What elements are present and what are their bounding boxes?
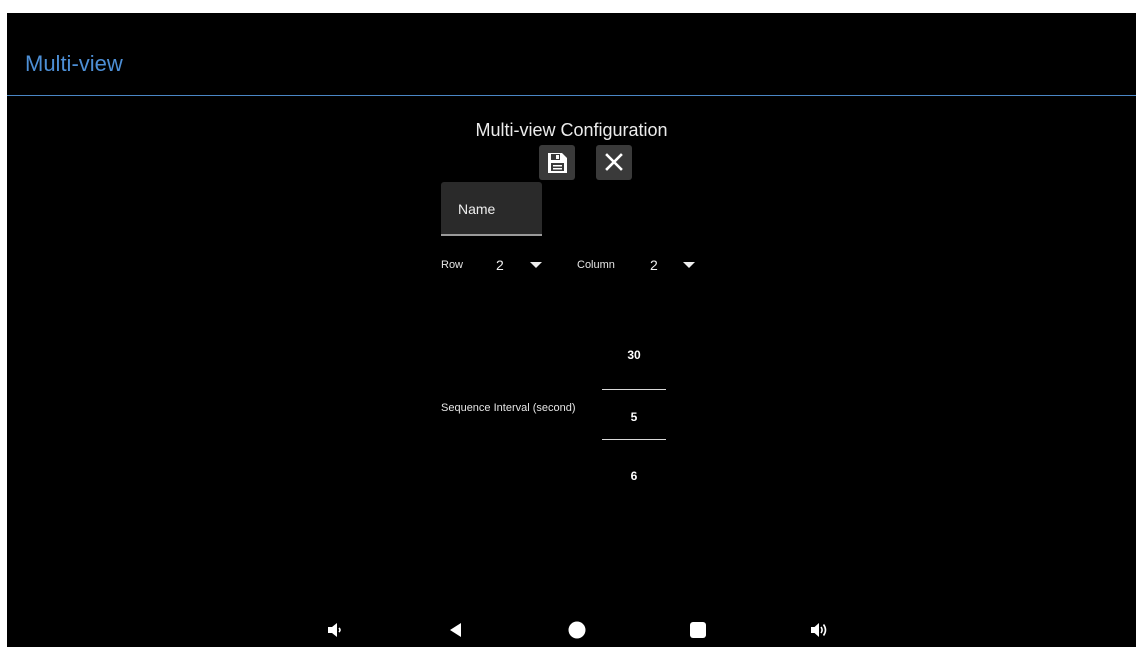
volume-up-button[interactable] xyxy=(808,619,830,641)
screen: Multi-view Multi-view Configuration Name… xyxy=(7,13,1136,647)
volume-down-icon xyxy=(324,619,346,641)
chevron-down-icon xyxy=(683,262,695,268)
back-icon xyxy=(445,619,467,641)
save-icon xyxy=(539,145,575,180)
volume-down-button[interactable] xyxy=(324,619,346,641)
column-select[interactable]: 2 xyxy=(646,253,706,277)
back-button[interactable] xyxy=(445,619,467,641)
column-label: Column xyxy=(577,259,615,271)
name-field-label: Name xyxy=(458,201,496,217)
recents-icon xyxy=(687,619,709,641)
name-field[interactable]: Name xyxy=(441,182,542,236)
sequence-interval-label: Sequence Interval (second) xyxy=(441,402,576,414)
save-button[interactable] xyxy=(539,145,575,180)
recents-button[interactable] xyxy=(687,619,709,641)
row-value: 2 xyxy=(496,257,504,273)
app-bar: Multi-view xyxy=(7,13,1136,96)
config-title: Multi-view Configuration xyxy=(475,120,668,140)
picker-divider-top xyxy=(602,389,666,390)
column-value: 2 xyxy=(650,257,658,273)
cancel-button[interactable] xyxy=(596,145,632,180)
row-select[interactable]: 2 xyxy=(492,253,552,277)
picker-next-value[interactable]: 6 xyxy=(602,469,666,483)
close-icon xyxy=(596,145,632,180)
picker-divider-bottom xyxy=(602,439,666,440)
picker-prev-value[interactable]: 30 xyxy=(602,348,666,362)
row-label: Row xyxy=(441,259,464,271)
app-title: Multi-view xyxy=(25,51,123,76)
home-button[interactable] xyxy=(566,619,588,641)
volume-up-icon xyxy=(808,619,830,641)
picker-selected-value[interactable]: 5 xyxy=(602,410,666,424)
home-icon xyxy=(566,619,588,641)
chevron-down-icon xyxy=(530,262,542,268)
